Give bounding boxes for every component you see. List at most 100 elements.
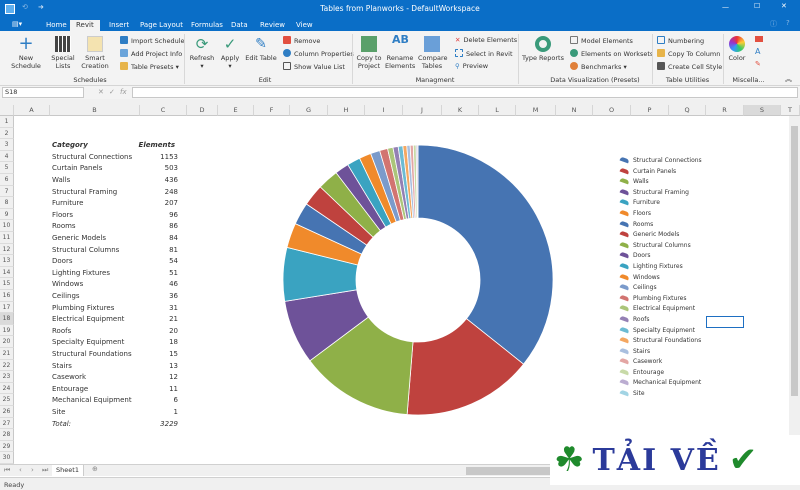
table-cell-category[interactable]: Site [52,408,65,416]
row-header-20[interactable]: 20 [0,336,14,348]
table-cell-category[interactable]: Structural Foundations [52,350,132,358]
row-header-14[interactable]: 14 [0,266,14,279]
table-cell-category[interactable]: Structural Connections [52,153,132,161]
row-header-8[interactable]: 8 [0,197,14,209]
legend-item[interactable]: Structural Framing [619,188,702,199]
row-header-18[interactable]: 18 [0,313,14,325]
table-cell-elements[interactable]: 207 [138,199,178,207]
table-cell-category[interactable]: Stairs [52,362,72,370]
select-all-corner[interactable] [0,105,14,116]
insert-function-icon[interactable]: fx [120,88,127,96]
table-cell-elements[interactable]: 248 [138,188,178,196]
row-header-13[interactable]: 13 [0,255,14,267]
scroll-thumb[interactable] [791,126,798,396]
preview-button[interactable]: ⚲ Preview [455,62,488,70]
vertical-scrollbar[interactable] [789,116,800,464]
row-header-1[interactable]: 1 [0,116,14,128]
name-box[interactable]: S18 [2,87,84,98]
table-cell-category[interactable]: Specialty Equipment [52,338,124,346]
table-cell-category[interactable]: Rooms [52,222,76,230]
table-cell-elements[interactable]: 15 [138,350,178,358]
table-cell-elements[interactable]: 21 [138,315,178,323]
tab-home[interactable]: Home [40,20,73,31]
row-header-10[interactable]: 10 [0,220,14,232]
type-reports-button[interactable]: Type Reports [522,36,564,62]
column-header-s[interactable]: S [744,105,781,116]
column-header-r[interactable]: R [706,105,744,116]
row-header-27[interactable]: 27 [0,417,14,430]
row-header-24[interactable]: 24 [0,382,14,395]
table-cell-category[interactable]: Structural Columns [52,246,119,254]
column-header-k[interactable]: K [442,105,479,116]
numbering-button[interactable]: Numbering [657,36,704,45]
legend-item[interactable]: Roofs [619,315,702,326]
column-header-l[interactable]: L [479,105,516,116]
tab-view[interactable]: View [290,20,319,31]
legend-item[interactable]: Structural Connections [619,156,702,167]
table-cell-category[interactable]: Mechanical Equipment [52,396,132,404]
row-header-22[interactable]: 22 [0,359,14,372]
legend-item[interactable]: Mechanical Equipment [619,378,702,389]
doughnut-chart[interactable] [280,140,560,420]
table-cell-category[interactable]: Roofs [52,327,71,335]
new-schedule-button[interactable]: + New Schedule [4,35,48,71]
elements-on-worksets-button[interactable]: Elements on Worksets [570,49,653,58]
column-header-i[interactable]: I [365,105,403,116]
tab-page-layout[interactable]: Page Layout [134,20,189,31]
legend-item[interactable]: Site [619,389,702,400]
column-header-d[interactable]: D [187,105,218,116]
column-header-m[interactable]: M [516,105,556,116]
row-header-3[interactable]: 3 [0,139,14,151]
column-header-j[interactable]: J [403,105,442,116]
table-cell-elements[interactable]: 13 [138,362,178,370]
table-cell-elements[interactable]: 1 [138,408,178,416]
table-cell-elements[interactable]: 503 [138,164,178,172]
legend-item[interactable]: Doors [619,251,702,262]
table-cell-elements[interactable]: 84 [138,234,178,242]
legend-item[interactable]: Generic Models [619,230,702,241]
row-header-5[interactable]: 5 [0,162,14,174]
copy-to-project-button[interactable]: Copy to Project [355,36,383,70]
table-cell-category[interactable]: Lighting Fixtures [52,269,110,277]
column-header-n[interactable]: N [556,105,593,116]
create-cell-style-button[interactable]: Create Cell Style [657,62,722,71]
table-cell-elements[interactable]: 436 [138,176,178,184]
column-header-t[interactable]: T [781,105,800,116]
help-icon[interactable]: ? [786,19,790,27]
import-schedule-button[interactable]: Import Schedule [120,36,185,45]
row-header-6[interactable]: 6 [0,174,14,186]
smart-creation-button[interactable]: Smart Creation [79,36,111,70]
tab-revit[interactable]: Revit [70,20,100,31]
legend-item[interactable]: Rooms [619,220,702,231]
table-cell-category[interactable]: Ceilings [52,292,80,300]
color-button[interactable]: Color [726,36,748,62]
sheet-tab-sheet1[interactable]: Sheet1 [52,465,84,476]
legend-item[interactable]: Floors [619,209,702,220]
refresh-button[interactable]: ⟳ Refresh ▾ [188,36,216,70]
column-header-p[interactable]: P [631,105,669,116]
cancel-formula-icon[interactable]: ✕ [98,88,104,96]
next-sheet-icon[interactable]: › [31,466,34,474]
selected-cell-s18[interactable] [706,316,744,328]
clear-format-icon[interactable]: ✎ [755,60,761,68]
collapse-ribbon-icon[interactable]: ︽ [785,74,792,84]
row-header-16[interactable]: 16 [0,290,14,302]
apply-button[interactable]: ✓ Apply ▾ [218,36,242,70]
column-header-g[interactable]: G [290,105,328,116]
legend-item[interactable]: Lighting Fixtures [619,262,702,273]
legend-item[interactable]: Ceilings [619,283,702,294]
column-header-c[interactable]: C [140,105,187,116]
copy-to-column-button[interactable]: Copy To Column [657,49,720,58]
tab-review[interactable]: Review [254,20,291,31]
table-cell-elements[interactable]: 6 [138,396,178,404]
table-cell-category[interactable]: Windows [52,280,83,288]
add-sheet-icon[interactable]: ⊕ [92,465,98,473]
row-header-4[interactable]: 4 [0,150,14,163]
table-cell-elements[interactable]: 51 [138,269,178,277]
table-cell-elements[interactable]: 31 [138,304,178,312]
table-cell-category[interactable]: Entourage [52,385,88,393]
table-cell-category[interactable]: Doors [52,257,72,265]
enter-formula-icon[interactable]: ✓ [109,88,115,96]
last-sheet-icon[interactable]: ⏭ [42,466,48,475]
column-header-a[interactable]: A [14,105,50,116]
